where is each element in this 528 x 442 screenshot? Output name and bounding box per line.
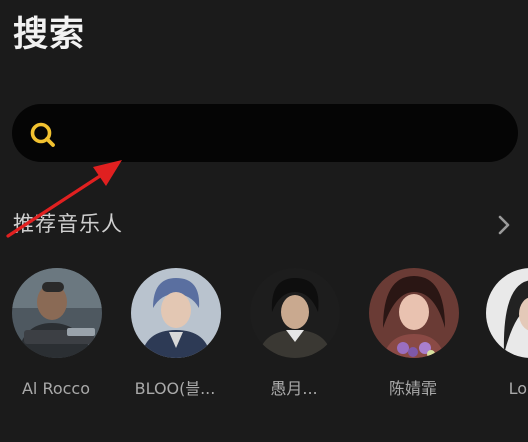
search-bar[interactable]: [12, 104, 518, 164]
artist-item[interactable]: 陈婧霏: [354, 268, 472, 408]
artist-avatar[interactable]: [12, 268, 102, 358]
artist-item[interactable]: 愚月...: [235, 268, 353, 408]
artist-avatar[interactable]: [486, 268, 528, 358]
search-icon: [30, 122, 55, 147]
artist-name: BLOO(블...: [134, 379, 216, 398]
search-input[interactable]: [74, 104, 498, 164]
artist-item[interactable]: Lorde: [472, 268, 528, 408]
recommended-artists-title: 推荐音乐人: [13, 212, 123, 236]
artist-name: Lorde: [508, 379, 528, 398]
artist-avatar[interactable]: [369, 268, 459, 358]
artist-item[interactable]: Al Rocco: [0, 268, 115, 408]
artist-avatar[interactable]: [131, 268, 221, 358]
artist-name: 愚月...: [270, 379, 318, 398]
artist-name: 陈婧霏: [388, 379, 437, 398]
page-title: 搜索: [13, 15, 86, 55]
artist-item[interactable]: BLOO(블...: [116, 268, 234, 408]
chevron-right-icon[interactable]: [494, 214, 514, 236]
artist-name: Al Rocco: [21, 379, 91, 398]
search-screen: 搜索 推荐音乐人 Al Rocco BLOO(블... 愚月... 陈婧霏 Lo: [0, 0, 528, 442]
artist-avatar[interactable]: [250, 268, 340, 358]
artist-list: Al Rocco BLOO(블... 愚月... 陈婧霏 Lo: [0, 268, 528, 408]
